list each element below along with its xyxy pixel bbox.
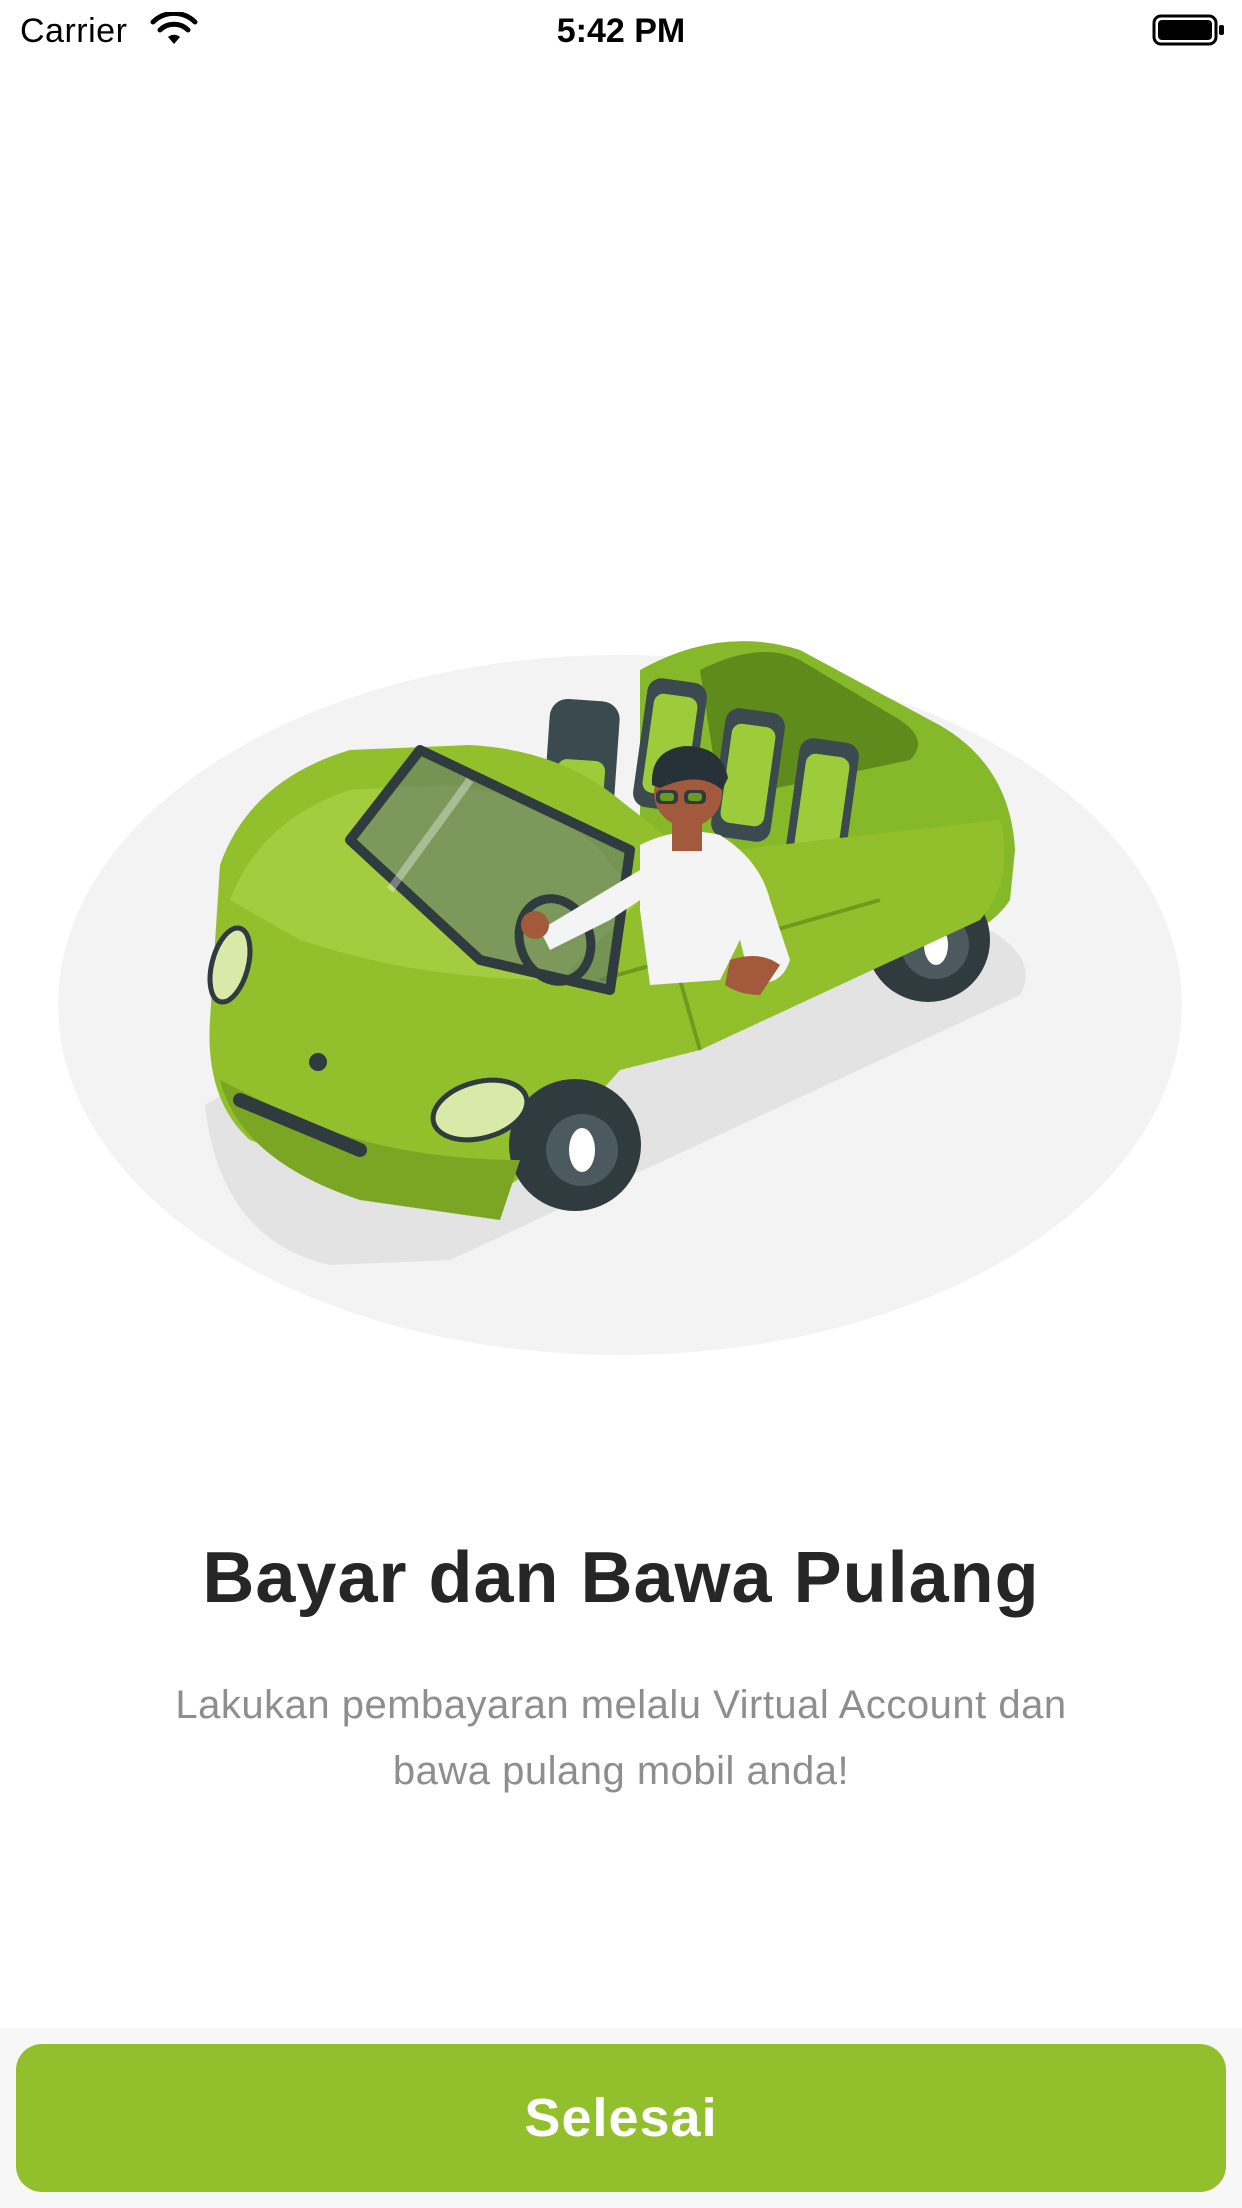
finish-button[interactable]: Selesai bbox=[16, 2044, 1226, 2192]
car-illustration bbox=[58, 641, 1182, 1355]
onboarding-description: Lakukan pembayaran melalu Virtual Accoun… bbox=[175, 1683, 1067, 1793]
status-bar: Carrier 5:42 PM bbox=[0, 0, 1242, 62]
driver-hand bbox=[521, 911, 549, 939]
onboarding-title: Bayar dan Bawa Pulang bbox=[202, 1538, 1040, 1618]
battery-full-icon bbox=[1152, 14, 1224, 46]
status-time: 5:42 PM bbox=[556, 12, 686, 50]
